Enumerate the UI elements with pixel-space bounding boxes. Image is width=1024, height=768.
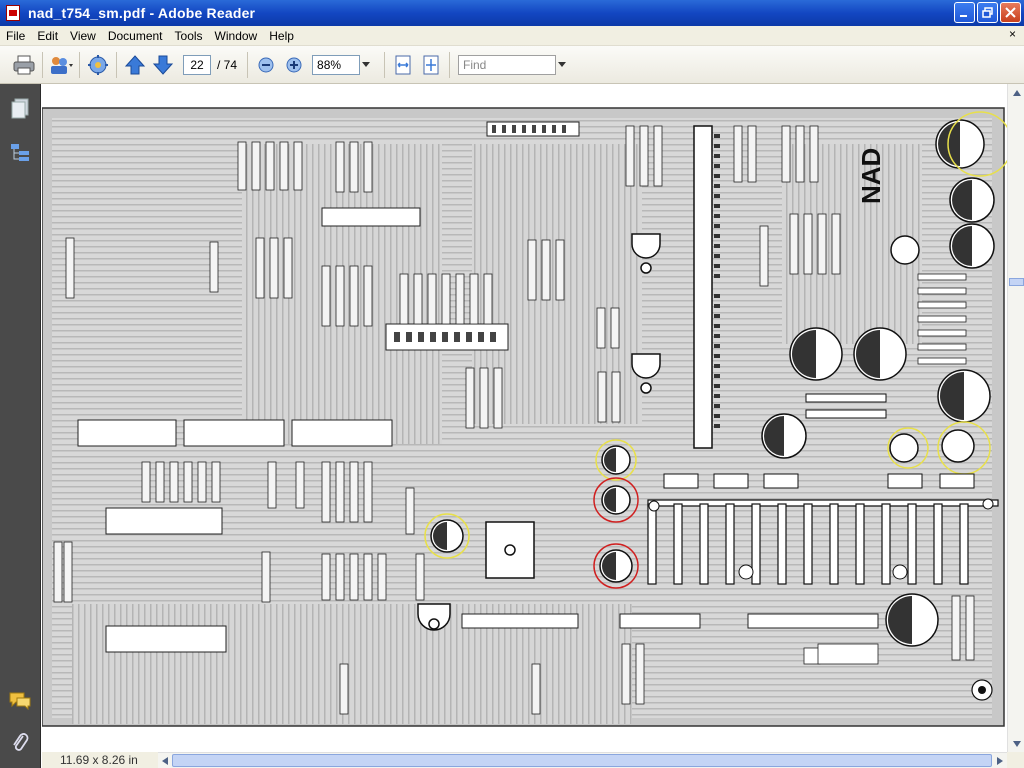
title-bar: nad_t754_sm.pdf - Adobe Reader <box>0 0 1024 26</box>
menu-file[interactable]: File <box>0 26 31 46</box>
menu-help[interactable]: Help <box>263 26 300 46</box>
menu-document[interactable]: Document <box>102 26 169 46</box>
chevron-down-icon <box>1012 740 1021 747</box>
window-title: nad_t754_sm.pdf - Adobe Reader <box>28 5 256 21</box>
vertical-scroll-thumb[interactable] <box>1009 278 1024 286</box>
vertical-scrollbar[interactable] <box>1007 84 1024 752</box>
adobe-reader-icon <box>6 5 20 21</box>
comments-panel-button[interactable] <box>7 688 33 714</box>
zoom-out-button[interactable] <box>252 51 280 79</box>
toolbar-separator <box>79 51 80 78</box>
bookmark-tree-icon <box>11 144 29 161</box>
close-button[interactable] <box>1000 2 1021 23</box>
restore-icon <box>982 7 993 18</box>
next-page-button[interactable] <box>149 51 177 79</box>
attachments-panel-button[interactable] <box>7 730 33 756</box>
zoom-in-button[interactable] <box>280 51 308 79</box>
scroll-down-button[interactable] <box>1008 735 1024 752</box>
print-options-button[interactable] <box>47 51 75 79</box>
zoom-dropdown-button[interactable] <box>360 55 372 75</box>
menu-bar: File Edit View Document Tools Window Hel… <box>0 26 1024 46</box>
arrow-up-icon <box>124 54 146 74</box>
toolbar-separator <box>384 51 386 78</box>
pages-panel-button[interactable] <box>7 96 33 122</box>
page-number-input[interactable]: 22 <box>183 54 211 75</box>
scrollbar-corner <box>1007 752 1024 768</box>
toolbar-separator <box>247 51 249 78</box>
zoom-level-input[interactable]: 88% <box>312 54 361 75</box>
pcb-layout-drawing: NAD <box>42 107 1007 727</box>
toolbar-separator <box>449 51 451 78</box>
zoom-out-icon <box>258 57 274 72</box>
horizontal-scroll-thumb[interactable] <box>172 754 992 767</box>
menu-window[interactable]: Window <box>209 26 264 46</box>
document-view[interactable]: NAD <box>42 84 1007 752</box>
scroll-right-button[interactable] <box>993 753 1007 768</box>
fit-page-icon <box>423 55 439 74</box>
previous-page-button[interactable] <box>121 51 149 79</box>
nad-brand-text: NAD <box>856 148 886 204</box>
chevron-left-icon <box>162 756 168 765</box>
minimize-icon <box>960 15 967 17</box>
bookmarks-panel-button[interactable] <box>7 140 33 166</box>
horizontal-scrollbar[interactable] <box>158 752 1007 768</box>
chevron-down-icon <box>362 61 371 67</box>
gear-globe-icon <box>88 54 108 75</box>
document-close-button[interactable]: × <box>1009 27 1016 41</box>
scroll-up-button[interactable] <box>1008 84 1024 101</box>
toolbar: 22 / 74 88% Find <box>0 46 1024 84</box>
scroll-left-button[interactable] <box>158 753 172 768</box>
fit-page-button[interactable] <box>417 51 445 79</box>
page-size-status: 11.69 x 8.26 in <box>42 752 158 768</box>
toolbar-separator <box>116 51 117 78</box>
navigation-pane <box>0 84 41 768</box>
fit-width-button[interactable] <box>389 51 417 79</box>
print-people-icon <box>51 56 73 74</box>
menu-edit[interactable]: Edit <box>31 26 64 46</box>
paperclip-icon <box>13 733 29 751</box>
printer-icon <box>13 55 35 74</box>
menu-tools[interactable]: Tools <box>169 26 209 46</box>
chevron-down-icon <box>558 61 567 67</box>
find-input[interactable]: Find <box>458 54 557 75</box>
acrobat-online-button[interactable] <box>84 51 112 79</box>
fit-width-icon <box>395 55 411 74</box>
page-total: / 74 <box>217 57 238 72</box>
close-icon <box>1005 7 1016 18</box>
menu-view[interactable]: View <box>64 26 102 46</box>
find-dropdown-button[interactable] <box>556 55 568 75</box>
minimize-button[interactable] <box>954 2 975 23</box>
pages-icon <box>11 98 29 119</box>
comments-icon <box>9 692 31 710</box>
chevron-up-icon <box>1012 89 1021 96</box>
chevron-right-icon <box>997 756 1003 765</box>
print-button[interactable] <box>10 51 38 79</box>
arrow-down-icon <box>152 55 174 75</box>
restore-button[interactable] <box>977 2 998 23</box>
toolbar-separator <box>42 51 43 78</box>
window-controls <box>954 2 1021 23</box>
zoom-in-icon <box>286 57 302 72</box>
